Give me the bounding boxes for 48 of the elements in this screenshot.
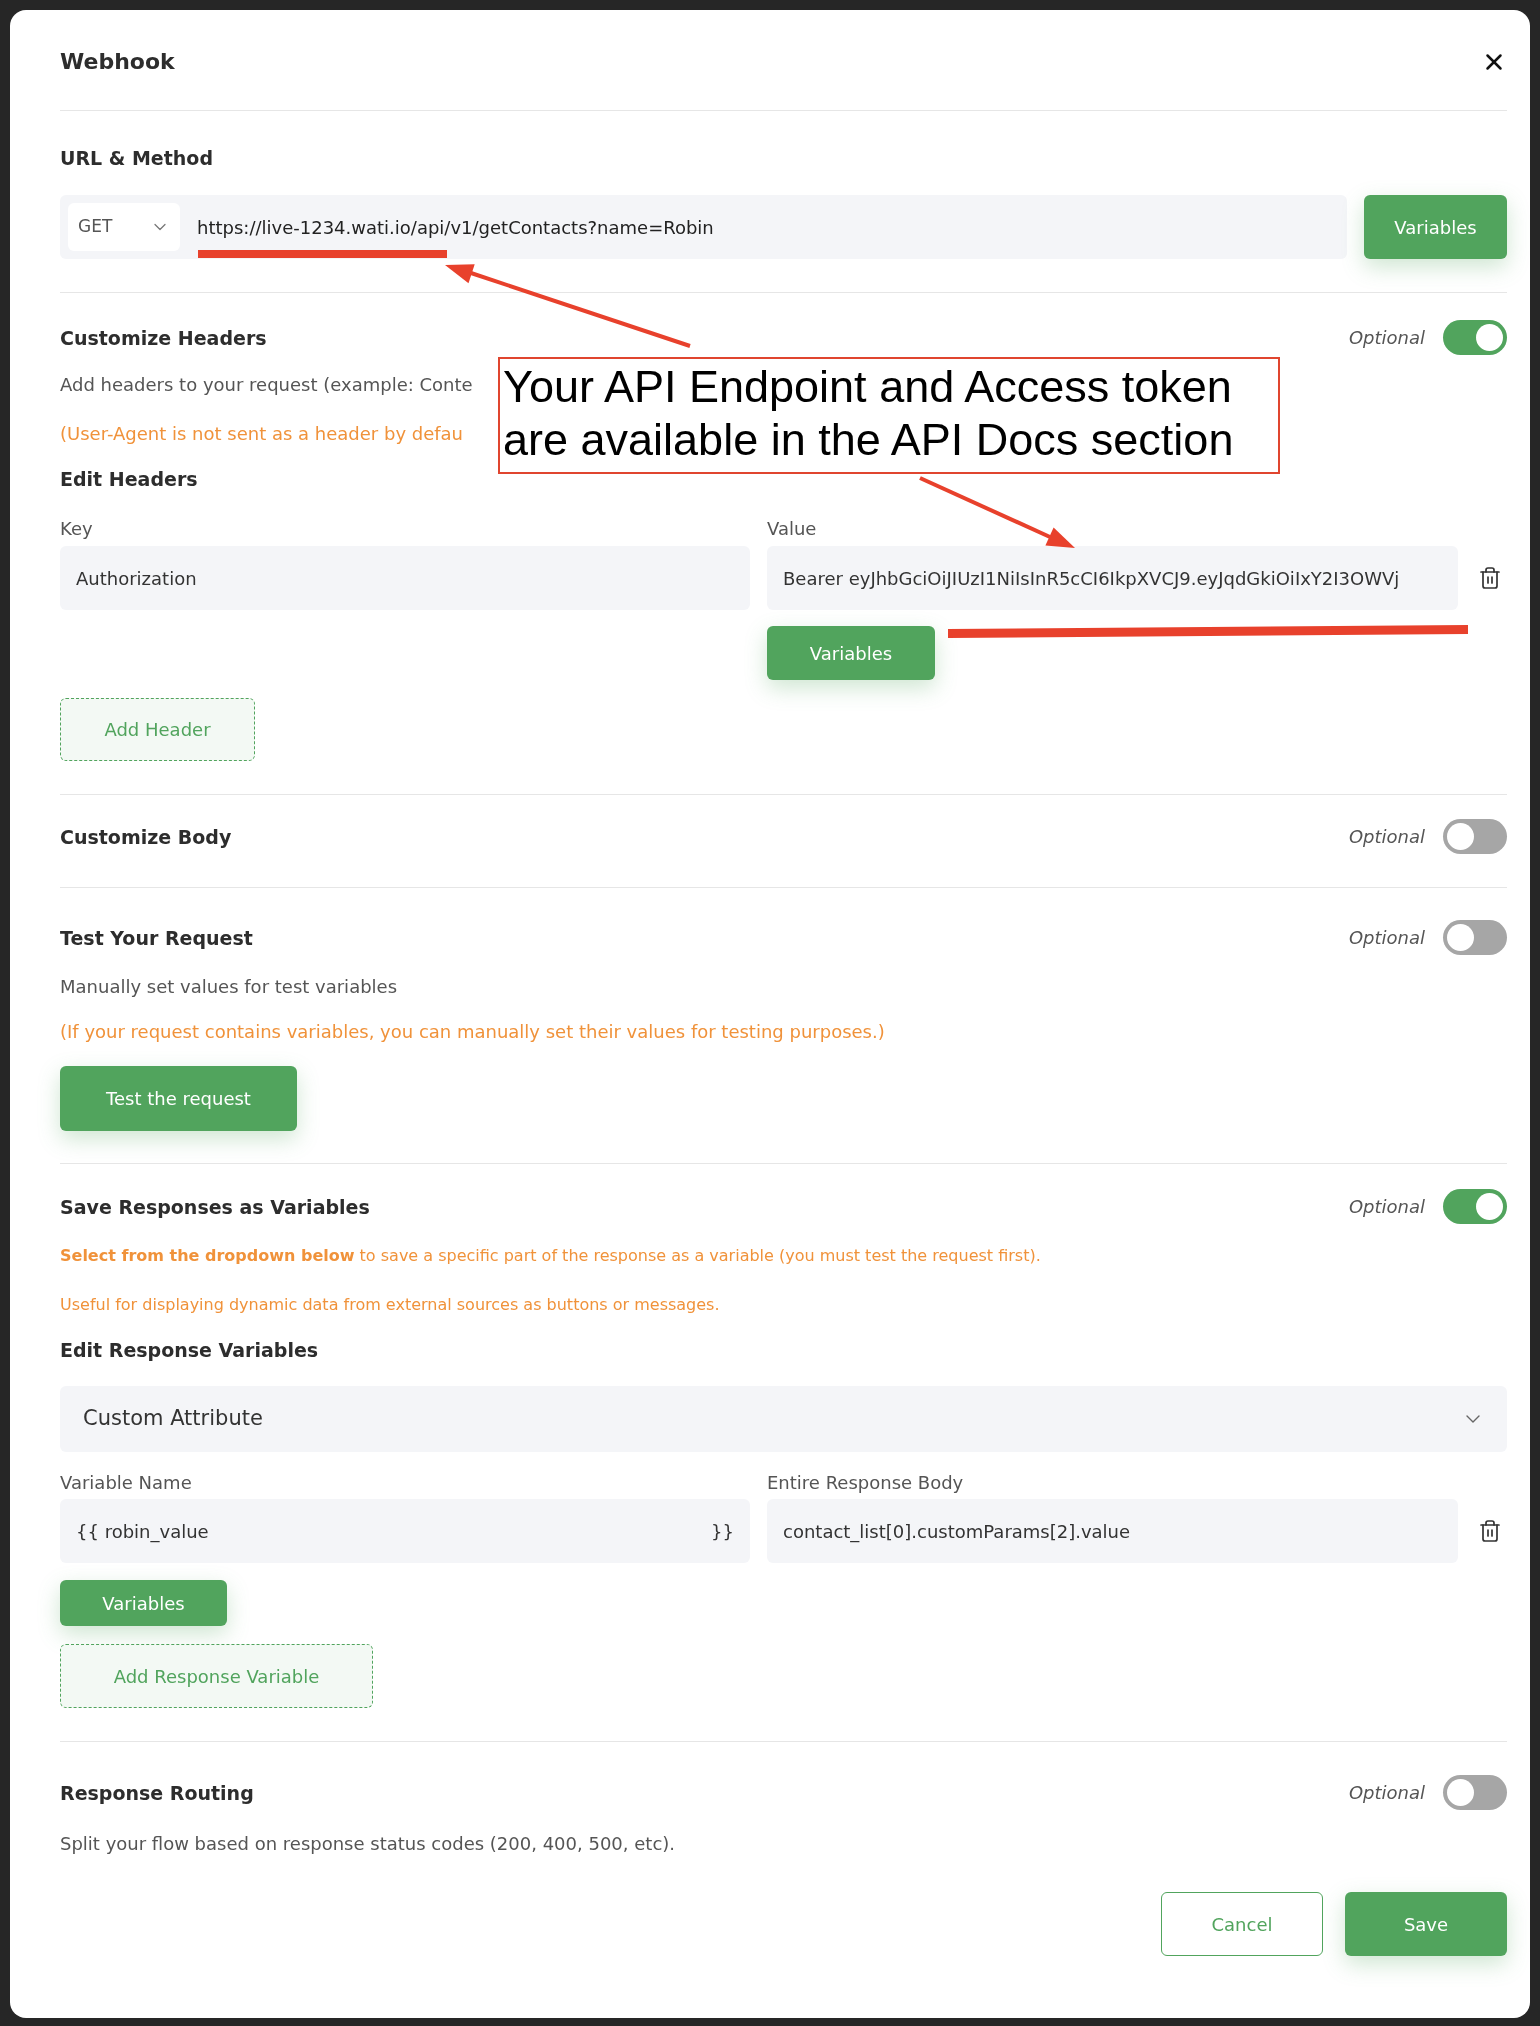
subsection-heading: Edit Response Variables [60, 1338, 319, 1363]
section-heading: Response Routing [60, 1780, 254, 1806]
note-text: Useful for displaying dynamic data from external sources as buttons or messages. [60, 1294, 720, 1316]
field-label: Variable Name [60, 1471, 192, 1495]
field-label: Entire Response Body [767, 1471, 964, 1495]
field-label: Value [767, 517, 817, 541]
toggle-switch[interactable] [1443, 819, 1507, 854]
note-text: Select from the dropdown below to save a specific part of the response as a variable (you must test the request first). [60, 1245, 1041, 1267]
variables-button[interactable]: Variables [1364, 195, 1507, 259]
optional-label: Optional [1348, 824, 1425, 849]
optional-label: Optional [1348, 1194, 1425, 1219]
optional-label: Optional [1348, 325, 1425, 350]
add-header-button[interactable]: Add Header [60, 698, 255, 761]
section-heading: Customize Headers [60, 325, 267, 351]
subsection-heading: Edit Headers [60, 467, 198, 492]
section-description: Add headers to your request (example: Conte [60, 373, 473, 397]
toggle-switch[interactable] [1443, 320, 1507, 355]
key-input[interactable]: Authorization [60, 546, 750, 610]
dialog-title: Webhook [60, 48, 175, 76]
method-select[interactable]: GET [68, 203, 180, 251]
toggle-switch[interactable] [1443, 1775, 1507, 1810]
note-text: (If your request contains variables, you can manually set their values for testing purposes.) [60, 1020, 885, 1044]
response-path-input[interactable]: contact_list[0].customParams[2].value [767, 1499, 1458, 1563]
note-text: (User-Agent is not sent as a header by defau [60, 422, 464, 446]
field-label: Key [60, 517, 93, 541]
variables-button[interactable]: Variables [767, 626, 935, 680]
save-button[interactable]: Save [1345, 1892, 1507, 1956]
variables-button[interactable]: Variables [60, 1580, 227, 1626]
section-heading: Test Your Request [60, 925, 253, 951]
add-response-variable-button[interactable]: Add Response Variable [60, 1644, 373, 1708]
url-input[interactable]: https://live-1234.wati.io/api/v1/getContacts?name=Robin [197, 203, 1339, 251]
section-heading: Customize Body [60, 824, 232, 850]
trash-icon[interactable] [1478, 566, 1502, 590]
optional-label: Optional [1348, 925, 1425, 950]
callout-note: Your API Endpoint and Access token are available in the API Docs section [498, 357, 1280, 474]
toggle-switch[interactable] [1443, 920, 1507, 955]
variable-name-input[interactable]: {{ robin_value }} [60, 1499, 750, 1563]
section-heading: Save Responses as Variables [60, 1194, 370, 1220]
optional-label: Optional [1348, 1780, 1425, 1805]
cancel-button[interactable]: Cancel [1161, 1892, 1323, 1956]
attribute-dropdown[interactable]: Custom Attribute [60, 1386, 1507, 1452]
section-description: Split your flow based on response status codes (200, 400, 500, etc). [60, 1832, 676, 1856]
section-heading: URL & Method [60, 146, 214, 171]
section-description: Manually set values for test variables [60, 975, 398, 999]
trash-icon[interactable] [1478, 1519, 1502, 1543]
toggle-switch[interactable] [1443, 1189, 1507, 1224]
value-input[interactable]: Bearer eyJhbGciOiJIUzI1NiIsInR5cCI6IkpXVCJ9.eyJqdGkiOiIxY2I3OWVj [767, 546, 1458, 610]
test-request-button[interactable]: Test the request [60, 1066, 297, 1131]
